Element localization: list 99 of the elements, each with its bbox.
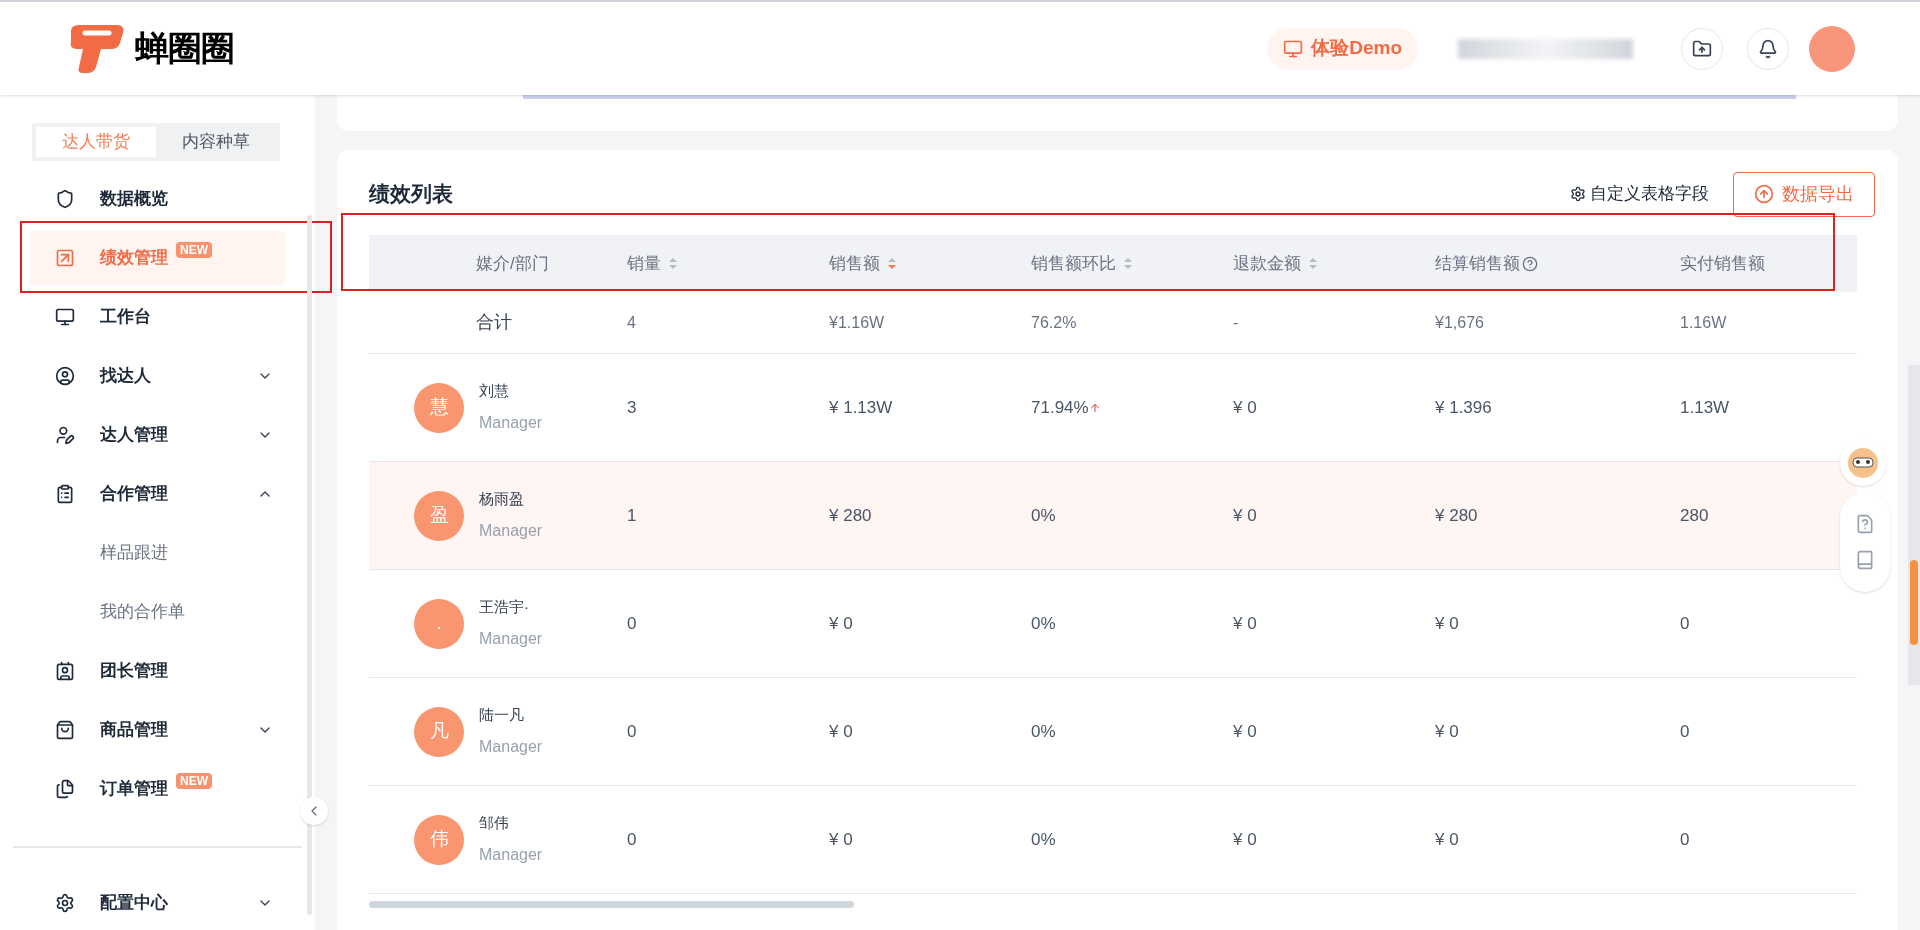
- table-cell-text: 0: [1680, 720, 1690, 743]
- avatar: 慧: [414, 382, 464, 433]
- table-cell-text: 71.94%: [1031, 396, 1089, 419]
- user-avatar[interactable]: [1809, 25, 1855, 72]
- member-name: 邹伟: [479, 813, 510, 834]
- folder-upload-icon: [1692, 38, 1712, 59]
- table-row[interactable]: 盈 杨雨盈 Manager 1 ¥ 280 0% ¥ 0 ¥ 280 280: [369, 462, 1857, 570]
- book-icon[interactable]: [1855, 550, 1875, 570]
- bell-icon: [1758, 38, 1778, 59]
- table-cell-text: ¥ 280: [1435, 504, 1478, 527]
- member-name: 刘慧: [479, 381, 510, 402]
- table-cell: ¥1.16W: [829, 313, 885, 331]
- member-role: Manager: [479, 844, 543, 865]
- table-cell-text: ¥ 0: [829, 828, 853, 851]
- table-cell-text: ¥ 0: [1233, 396, 1257, 419]
- nav-item[interactable]: 达人管理: [30, 407, 285, 462]
- table-cell-text: ¥ 0: [829, 612, 853, 635]
- table-cell-text: 280: [1680, 504, 1709, 527]
- nav-item[interactable]: 配置中心: [30, 876, 285, 930]
- nav-item[interactable]: 数据概览: [30, 171, 285, 226]
- avatar: 盈: [414, 490, 464, 541]
- column-header: 结算销售额: [1435, 252, 1520, 275]
- bag-icon: [55, 719, 75, 740]
- table-cell-text: ¥ 0: [1233, 720, 1257, 743]
- monitor-icon: [55, 306, 75, 327]
- section-title: 绩效列表: [369, 181, 453, 208]
- nav-item[interactable]: 商品管理: [30, 702, 285, 757]
- table-cell-text: 0: [1680, 612, 1690, 635]
- member-name: 王浩宇·: [479, 597, 530, 618]
- table-cell: ¥1,676: [1435, 313, 1484, 331]
- help-icon[interactable]: [1522, 255, 1538, 272]
- table-cell-text: 0%: [1031, 612, 1056, 635]
- table-cell: 76.2%: [1031, 313, 1077, 331]
- user-edit-icon: [55, 424, 75, 445]
- customize-fields-link[interactable]: 自定义表格字段: [1570, 181, 1709, 207]
- column-header: 销售额环比: [1031, 252, 1116, 275]
- contact-card-icon: [55, 660, 75, 681]
- table-cell-text: 0%: [1031, 828, 1056, 851]
- table-cell-text: 0: [627, 720, 637, 743]
- nav-item[interactable]: 合作管理: [30, 466, 285, 521]
- nav-item[interactable]: 团长管理: [30, 643, 285, 698]
- member-role: Manager: [479, 412, 543, 433]
- column-header: 退款金额: [1233, 252, 1301, 275]
- table-cell: 4: [627, 313, 636, 331]
- member-role: Manager: [479, 736, 543, 757]
- member-name: 陆一凡: [479, 705, 525, 726]
- table-cell-text: 0: [627, 612, 637, 635]
- sort-icon[interactable]: [669, 258, 677, 269]
- sort-icon[interactable]: [888, 258, 896, 269]
- collapse-sidebar-button[interactable]: [300, 797, 328, 825]
- column-header: 实付销售额: [1680, 252, 1765, 275]
- table-cell-text: ¥ 0: [1233, 612, 1257, 635]
- table-cell-text: 0: [627, 828, 637, 851]
- member-role: Manager: [479, 520, 543, 541]
- sort-icon[interactable]: [1309, 258, 1317, 269]
- new-badge: NEW: [176, 772, 212, 789]
- table-cell: 1.16W: [1680, 313, 1727, 331]
- column-header: 媒介/部门: [476, 252, 549, 275]
- avatar: 凡: [414, 706, 464, 757]
- member-name: 杨雨盈: [479, 489, 525, 510]
- table-cell-text: 3: [627, 396, 637, 419]
- help-icon[interactable]: [1855, 514, 1875, 534]
- user-circle-icon: [55, 365, 75, 386]
- logo-text: 蝉圈圈: [135, 28, 235, 69]
- table-cell-text: ¥ 0: [1435, 828, 1459, 851]
- settings-icon: [55, 893, 75, 913]
- table-cell-text: ¥ 280: [829, 504, 872, 527]
- nav-item[interactable]: 订单管理 NEW: [30, 761, 285, 816]
- nav-item[interactable]: 工作台: [30, 289, 285, 344]
- table-cell-text: 0%: [1031, 720, 1056, 743]
- nav-item[interactable]: 样品跟进: [30, 525, 285, 580]
- gear-icon: [1570, 186, 1586, 202]
- table-cell-text: ¥ 1.396: [1435, 396, 1492, 419]
- table-cell-text: 0: [1680, 828, 1690, 851]
- table-cell-text: 1.13W: [1680, 396, 1730, 419]
- avatar: 伟: [414, 814, 464, 865]
- mode-tab[interactable]: 内容种草: [156, 127, 276, 157]
- clipboard-icon: [55, 483, 75, 504]
- nav-item[interactable]: 我的合作单: [30, 584, 285, 639]
- sort-icon[interactable]: [1124, 258, 1132, 269]
- table-cell: -: [1233, 313, 1239, 331]
- demo-icon: [1283, 38, 1304, 59]
- table-cell-text: ¥ 0: [1233, 504, 1257, 527]
- column-header: 销量: [627, 252, 661, 275]
- member-role: Manager: [479, 628, 543, 649]
- table-cell-text: ¥ 0: [1233, 828, 1257, 851]
- table-cell-text: ¥ 1.13W: [829, 396, 893, 419]
- avatar: .: [414, 598, 464, 649]
- table-cell-text: 0%: [1031, 504, 1056, 527]
- table-cell-text: 1: [627, 504, 637, 527]
- upload-icon: [1754, 184, 1774, 204]
- table-cell-text: ¥ 0: [829, 720, 853, 743]
- table-cell-text: ¥ 0: [1435, 720, 1459, 743]
- table-cell-text: ¥ 0: [1435, 612, 1459, 635]
- nav-item[interactable]: 找达人: [30, 348, 285, 403]
- column-header: 销售额: [829, 252, 880, 275]
- new-badge: NEW: [176, 241, 212, 258]
- files-icon: [55, 778, 75, 799]
- table-cell: 合计: [476, 312, 512, 332]
